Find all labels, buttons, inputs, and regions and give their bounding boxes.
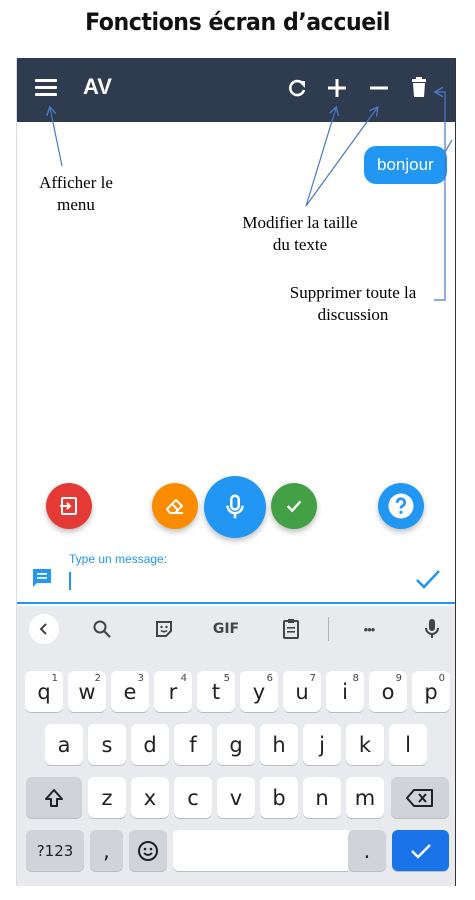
annotation-arrows xyxy=(0,0,453,301)
arrow-to-trash xyxy=(434,92,446,301)
arrow-to-minus xyxy=(305,108,377,207)
arrow-to-plus xyxy=(305,108,336,207)
arrow-to-menu xyxy=(50,108,63,167)
arrow-to-bubble xyxy=(444,139,453,153)
